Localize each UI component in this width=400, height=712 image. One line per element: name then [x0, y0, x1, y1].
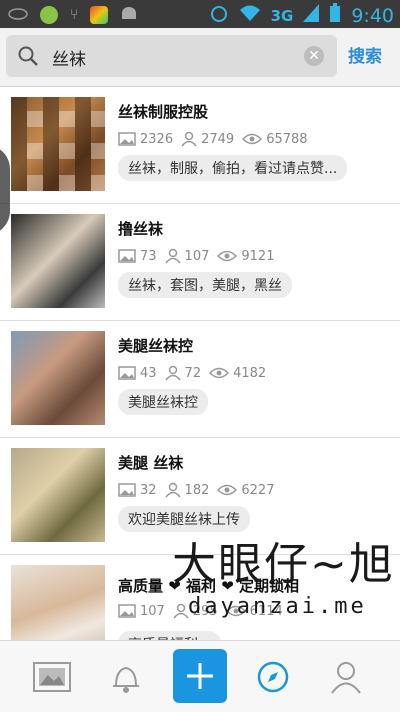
eye-icon [225, 605, 246, 617]
list-item[interactable]: 美腿丝袜控 43 72 4182 美腿丝袜控 [0, 321, 400, 438]
user-icon [164, 482, 181, 498]
search-bar: ✕ 搜索 [0, 28, 400, 87]
view-count: 65788 [266, 131, 308, 147]
cloud-icon [8, 5, 28, 24]
group-thumbnail [11, 97, 105, 191]
add-button[interactable] [173, 649, 227, 703]
group-stats: 43 72 4182 [118, 365, 266, 381]
list-item[interactable]: 撸丝袜 73 107 9121 丝袜，套图，美腿，黑丝 [0, 204, 400, 321]
nav-notifications[interactable] [96, 641, 156, 712]
gallery-icon [33, 661, 71, 692]
user-count: 182 [184, 482, 210, 498]
group-tags: 高质量福利... [118, 631, 222, 640]
eye-icon [242, 133, 263, 145]
add-icon [187, 663, 213, 689]
search-box[interactable]: ✕ [6, 35, 337, 77]
app-icon [40, 5, 58, 24]
eye-icon [217, 484, 238, 496]
group-stats: 107 295 6114 [118, 603, 283, 619]
usb-icon: ⑂ [70, 6, 79, 23]
image-count: 107 [140, 603, 165, 619]
search-input[interactable] [50, 44, 304, 70]
user-icon [164, 365, 181, 381]
image-count: 43 [140, 365, 157, 381]
view-count: 9121 [241, 248, 275, 264]
group-thumbnail [11, 331, 105, 425]
group-list: 丝袜制服控股 2326 2749 65788 丝袜，制服，偷拍，看过请点赞...… [0, 87, 400, 640]
user-count: 295 [192, 603, 218, 619]
group-title: 高质量 ❤ 福利 ❤ 定期锁相 [118, 577, 300, 595]
eye-icon [217, 250, 238, 262]
image-count: 2326 [140, 131, 174, 147]
user-icon [181, 131, 197, 147]
image-icon [118, 483, 136, 497]
group-title: 撸丝袜 [118, 220, 164, 238]
profile-icon [331, 661, 361, 694]
group-title: 美腿丝袜控 [118, 337, 194, 355]
compass-icon [257, 661, 289, 692]
gallery-app-icon [90, 5, 109, 24]
group-title: 丝袜制服控股 [118, 103, 209, 121]
view-count: 6114 [249, 603, 283, 619]
image-count: 32 [140, 482, 157, 498]
bell-icon [113, 666, 139, 693]
network-type: 3G [270, 6, 294, 25]
wifi-icon [239, 4, 261, 27]
signal-icon [303, 4, 320, 27]
user-count: 107 [184, 248, 210, 264]
battery-icon [329, 3, 341, 28]
android-icon [120, 5, 138, 24]
group-thumbnail [11, 448, 105, 542]
view-count: 6227 [241, 482, 275, 498]
group-stats: 32 182 6227 [118, 482, 274, 498]
image-icon [118, 132, 136, 146]
nav-gallery[interactable] [22, 641, 82, 712]
list-item[interactable]: 丝袜制服控股 2326 2749 65788 丝袜，制服，偷拍，看过请点赞... [0, 87, 400, 204]
image-icon [118, 249, 136, 263]
group-title: 美腿 丝袜 [118, 454, 184, 472]
group-tags: 欢迎美腿丝袜上传 [118, 506, 250, 532]
clear-icon[interactable]: ✕ [304, 46, 324, 66]
user-count: 72 [184, 365, 202, 381]
bottom-nav [0, 640, 400, 712]
nav-discover[interactable] [243, 641, 303, 712]
group-tags: 美腿丝袜控 [118, 389, 208, 415]
list-item[interactable]: 美腿 丝袜 32 182 6227 欢迎美腿丝袜上传 [0, 438, 400, 555]
group-thumbnail [11, 565, 105, 640]
user-icon [173, 603, 189, 619]
group-thumbnail [11, 214, 105, 308]
notification-icons: ⑂ [8, 5, 138, 24]
group-tags: 丝袜，套图，美腿，黑丝 [118, 272, 292, 298]
search-button[interactable]: 搜索 [348, 42, 382, 67]
nav-profile[interactable] [316, 641, 376, 712]
image-count: 73 [140, 248, 157, 264]
group-stats: 2326 2749 65788 [118, 131, 308, 147]
user-icon [164, 248, 181, 264]
group-tags: 丝袜，制服，偷拍，看过请点赞... [118, 155, 348, 181]
clock: 9:40 [351, 4, 394, 27]
status-bar: ⑂ 3G 9:40 [0, 0, 400, 28]
alarm-icon [209, 3, 229, 28]
view-count: 4182 [233, 365, 267, 381]
image-icon [118, 604, 136, 618]
user-count: 2749 [201, 131, 235, 147]
search-icon [18, 46, 38, 70]
image-icon [118, 366, 136, 380]
list-item[interactable]: 高质量 ❤ 福利 ❤ 定期锁相 107 295 6114 高质量福利... [0, 555, 400, 640]
group-stats: 73 107 9121 [118, 248, 274, 264]
eye-icon [209, 367, 230, 379]
